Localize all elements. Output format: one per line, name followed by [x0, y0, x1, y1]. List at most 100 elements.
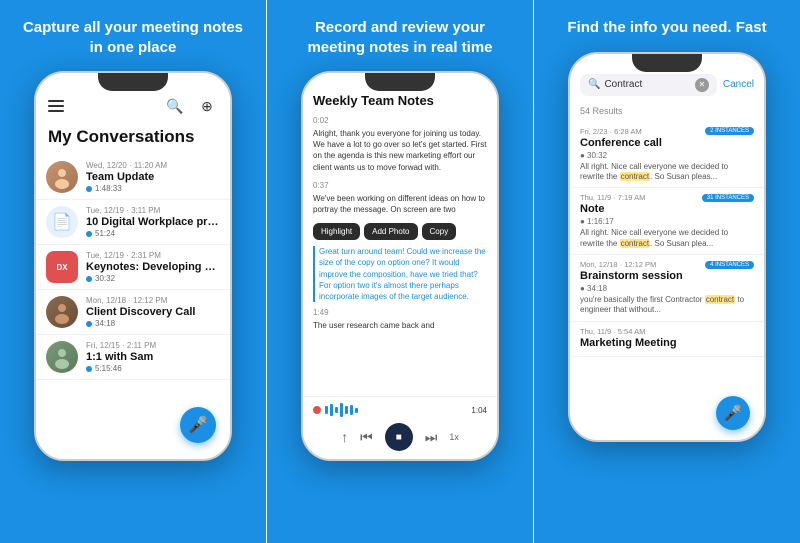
highlight-toolbar: Highlight Add Photo Copy [313, 223, 487, 240]
conv-content-client: Mon, 12/18 · 12:12 PM Client Discovery C… [86, 296, 220, 328]
conv-item-client[interactable]: Mon, 12/18 · 12:12 PM Client Discovery C… [36, 290, 230, 335]
result-title-brainstorm: Brainstorm session [580, 270, 754, 282]
right-phone-screen: 🔍 Contract ✕ Cancel 54 Results Fri, 2/23… [570, 54, 764, 440]
notes-title: Weekly Team Notes [313, 93, 487, 108]
fast-forward-icon[interactable]: ⏭ [425, 429, 438, 446]
search-input[interactable]: Contract [604, 79, 642, 90]
timestamp-3: 1:49 [313, 308, 487, 317]
result-snippet-note: All right. Nice call everyone we decided… [580, 228, 754, 249]
search-icon[interactable]: 🔍 [164, 95, 186, 117]
mic-fab-right-button[interactable]: 🎤 [716, 396, 750, 430]
speed-icon[interactable]: 1x [449, 432, 459, 442]
avatar-keynotes: DX [46, 251, 78, 283]
timestamp-1: 0:02 [313, 116, 487, 125]
duration-dot-sam [86, 366, 92, 372]
add-icon[interactable]: ⊕ [196, 95, 218, 117]
result-snippet-conference: All right. Nice call everyone we decided… [580, 162, 754, 183]
conv-content-team-update: Wed, 12/20 · 11:20 AM Team Update 1:48:3… [86, 161, 220, 193]
avatar-client [46, 296, 78, 328]
conversations-list: Wed, 12/20 · 11:20 AM Team Update 1:48:3… [36, 155, 230, 380]
highlight-contract-1: contract [620, 172, 650, 181]
middle-panel-title: Record and review your meeting notes in … [277, 18, 523, 57]
result-item-brainstorm[interactable]: Mon, 12/18 · 12:12 PM 4 INSTANCES Brains… [570, 255, 764, 322]
duration-dot-keynotes [86, 276, 92, 282]
result-item-marketing[interactable]: Thu, 11/9 · 5:54 AM Marketing Meeting [570, 322, 764, 357]
conv-date: Wed, 12/20 · 11:20 AM [86, 161, 220, 170]
share-icon[interactable]: ↑ [341, 429, 348, 445]
conv-date-sam: Fri, 12/15 · 2:11 PM [86, 341, 220, 350]
avatar-sam [46, 341, 78, 373]
conv-duration-keynotes: 30:32 [86, 274, 220, 283]
wave-bar [330, 404, 333, 416]
phone-notch [98, 73, 168, 91]
stop-button[interactable]: ■ [385, 423, 413, 451]
right-phone-notch [632, 54, 702, 72]
middle-phone-screen: Weekly Team Notes 0:02 Alright, thank yo… [303, 73, 497, 459]
playback-controls: ↑ ⏮ ■ ⏭ 1x [313, 423, 487, 451]
duration-dot [86, 186, 92, 192]
wave-bar [345, 406, 348, 414]
add-photo-button[interactable]: Add Photo [364, 223, 417, 240]
header-icons: 🔍 ⊕ [164, 95, 218, 117]
notes-text-2: We've been working on different ideas on… [313, 193, 487, 215]
instances-badge: 2 INSTANCES [705, 127, 754, 135]
mic-fab-button[interactable]: 🎤 [180, 407, 216, 443]
search-input-area[interactable]: 🔍 Contract ✕ [580, 74, 717, 96]
conv-date-digital: Tue, 12/19 · 3:11 PM [86, 206, 220, 215]
left-phone-screen: 🔍 ⊕ My Conversations Wed, 12/20 · 11:2 [36, 73, 230, 459]
result-duration-brainstorm: ● 34:18 [580, 284, 754, 293]
wave-bar [350, 405, 353, 415]
conv-name-keynotes: Keynotes: Developing a Cu... [86, 261, 220, 273]
copy-button[interactable]: Copy [422, 223, 457, 240]
result-date-conference: Fri, 2/23 · 6:28 AM 2 INSTANCES [580, 127, 754, 136]
avatar-digital: 📄 [46, 206, 78, 238]
record-dot [313, 406, 321, 414]
duration-dot-client [86, 321, 92, 327]
conv-name-client: Client Discovery Call [86, 306, 220, 318]
conv-duration: 1:48:33 [86, 184, 220, 193]
instances-badge-note: 31 INSTANCES [702, 194, 754, 202]
wave-bar [355, 408, 358, 413]
wave-bar [340, 403, 343, 417]
left-panel-title: Capture all your meeting notes in one pl… [10, 18, 256, 57]
conv-item-sam[interactable]: Fri, 12/15 · 2:11 PM 1:1 with Sam 5:15:4… [36, 335, 230, 380]
hamburger-icon[interactable] [48, 100, 64, 112]
result-date-note: Thu, 11/9 · 7:19 AM 31 INSTANCES [580, 193, 754, 202]
playback-time: 1:04 [471, 406, 487, 415]
rewind-icon[interactable]: ⏮ [360, 429, 373, 446]
conv-item-digital[interactable]: 📄 Tue, 12/19 · 3:11 PM 10 Digital Workpl… [36, 200, 230, 245]
conv-duration-digital: 51:24 [86, 229, 220, 238]
search-icon-small: 🔍 [588, 79, 600, 90]
highlight-button[interactable]: Highlight [313, 223, 360, 240]
conv-item-keynotes[interactable]: DX Tue, 12/19 · 2:31 PM Keynotes: Develo… [36, 245, 230, 290]
result-item-conference[interactable]: Fri, 2/23 · 6:28 AM 2 INSTANCES Conferen… [570, 122, 764, 189]
search-clear-button[interactable]: ✕ [695, 78, 709, 92]
conv-date-keynotes: Tue, 12/19 · 2:31 PM [86, 251, 220, 260]
wave-bars [325, 403, 358, 417]
conv-duration-sam: 5:15:46 [86, 364, 220, 373]
highlight-contract-3: contract [705, 295, 735, 304]
result-title-marketing: Marketing Meeting [580, 337, 754, 349]
middle-phone: Weekly Team Notes 0:02 Alright, thank yo… [301, 71, 499, 461]
notes-text-1: Alright, thank you everyone for joining … [313, 128, 487, 173]
notes-text-3: The user research came back and [313, 320, 487, 331]
right-panel-title: Find the info you need. Fast [557, 18, 776, 38]
result-title-note: Note [580, 203, 754, 215]
right-phone: 🔍 Contract ✕ Cancel 54 Results Fri, 2/23… [568, 52, 766, 442]
left-phone: 🔍 ⊕ My Conversations Wed, 12/20 · 11:2 [34, 71, 232, 461]
wave-bar [335, 407, 338, 413]
timestamp-2: 0:37 [313, 181, 487, 190]
conv-item-team-update[interactable]: Wed, 12/20 · 11:20 AM Team Update 1:48:3… [36, 155, 230, 200]
results-count-label: 54 Results [570, 104, 764, 122]
middle-phone-notch [365, 73, 435, 91]
conv-name-sam: 1:1 with Sam [86, 351, 220, 363]
right-panel: Find the info you need. Fast 🔍 Contract … [534, 0, 800, 543]
result-item-note[interactable]: Thu, 11/9 · 7:19 AM 31 INSTANCES Note ● … [570, 188, 764, 255]
conv-duration-client: 34:18 [86, 319, 220, 328]
cancel-button[interactable]: Cancel [723, 79, 754, 90]
conv-date-client: Mon, 12/18 · 12:12 PM [86, 296, 220, 305]
avatar-team-update [46, 161, 78, 193]
notes-content: Weekly Team Notes 0:02 Alright, thank yo… [303, 73, 497, 331]
result-snippet-brainstorm: you're basically the first Contractor co… [580, 295, 754, 316]
wave-bar [325, 406, 328, 414]
